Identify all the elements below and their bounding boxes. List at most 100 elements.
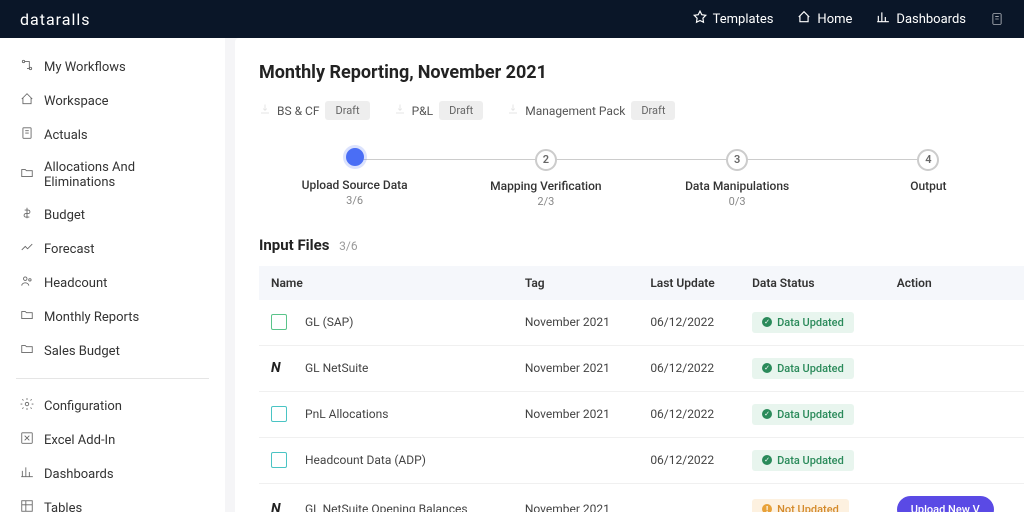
sidebar-item-monthly-reports[interactable]: Monthly Reports [0,300,225,334]
step-label: Output [833,179,1024,193]
file-name: PnL Allocations [305,407,388,421]
sidebar-item-label: Workspace [44,94,109,109]
sidebar-item-workspace[interactable]: Workspace [0,84,225,118]
cell-tag: November 2021 [513,300,639,346]
status-dot-icon [762,409,772,419]
cell-tag: November 2021 [513,345,639,391]
house-icon [20,92,34,110]
status-pill: Data Updated [752,450,854,471]
people-icon [20,274,34,292]
stepper: Upload Source Data3/62Mapping Verificati… [259,148,1024,208]
flow-icon [20,58,34,76]
breadcrumb-management-pack[interactable]: Management PackDraft [507,101,675,120]
topnav-dashboards[interactable]: Dashboards [876,10,966,28]
topnav-home[interactable]: Home [797,10,852,28]
step-label: Data Manipulations [642,179,833,193]
sidebar-item-label: Configuration [44,399,122,414]
col-last-update: Last Update [638,266,740,300]
table-row: PnL Allocations November 202106/12/2022 Da… [259,391,1024,437]
status-badge: Draft [439,101,483,120]
star-icon [693,10,707,28]
breadcrumb-p-l[interactable]: P&LDraft [394,101,484,120]
folder-icon [20,308,34,326]
status-badge: Draft [325,101,369,120]
col-action: Action [885,266,1024,300]
sidebar-item-allocations-and-eliminations[interactable]: Allocations And Eliminations [0,152,225,198]
breadcrumb-bs-cf[interactable]: BS & CFDraft [259,101,370,120]
col-name: Name [259,266,513,300]
step-count: 0/3 [642,195,833,208]
file-icon [271,314,287,330]
step-4[interactable]: 4Output [833,148,1024,193]
table-row: N GL NetSuite November 202106/12/2022 Data … [259,345,1024,391]
status-badge: Draft [631,101,675,120]
topnav-templates[interactable]: Templates [693,10,774,28]
status-dot-icon [762,317,772,327]
sidebar-item-actuals[interactable]: Actuals [0,118,225,152]
chart-icon [876,10,890,28]
cell-updated [638,483,740,512]
trend-icon [20,240,34,258]
sidebar-item-headcount[interactable]: Headcount [0,266,225,300]
status-pill: Data Updated [752,312,854,333]
cell-tag [513,437,639,483]
sidebar-item-label: Dashboards [44,467,114,482]
breadcrumb: BS & CFDraft P&LDraft Management PackDraft [259,101,1024,120]
topnav-doc-icon[interactable] [990,12,1004,26]
cell-tag: November 2021 [513,391,639,437]
netsuite-icon: N [271,501,287,512]
dollar-icon [20,206,34,224]
file-name: GL NetSuite [305,361,368,375]
sidebar-item-label: Budget [44,208,85,223]
page-title: Monthly Reporting, November 2021 [259,62,1024,83]
table-icon [20,499,34,512]
step-count: 2/3 [450,195,641,208]
sidebar-item-label: Monthly Reports [44,310,139,325]
gear-icon [20,397,34,415]
table-row: GL (SAP)November 202106/12/2022Data Upda… [259,300,1024,346]
status-pill: Data Updated [752,404,854,425]
netsuite-icon: N [271,360,287,376]
sidebar-item-tables[interactable]: Tables [0,491,225,512]
download-icon [394,103,406,118]
cell-updated: 06/12/2022 [638,345,740,391]
sidebar-item-label: Excel Add-In [44,433,115,448]
upload-button[interactable]: Upload New V [897,496,994,512]
sidebar-item-label: Tables [44,501,82,512]
sidebar-item-budget[interactable]: Budget [0,198,225,232]
col-data-status: Data Status [740,266,885,300]
brand-logo: dataralls [20,10,91,29]
excel-icon [20,431,34,449]
step-3[interactable]: 3Data Manipulations0/3 [642,148,833,208]
sidebar-item-sales-budget[interactable]: Sales Budget [0,334,225,368]
sidebar-item-my-workflows[interactable]: My Workflows [0,50,225,84]
step-count: 3/6 [259,194,450,207]
file-name: Headcount Data (ADP) [305,453,426,467]
cell-updated: 06/12/2022 [638,437,740,483]
status-pill: Data Updated [752,358,854,379]
sidebar-item-excel-add-in[interactable]: Excel Add-In [0,423,225,457]
status-pill: Not Updated [752,499,849,512]
step-circle: 2 [535,149,557,171]
table-row: NGL NetSuite Opening BalancesNovember 20… [259,483,1024,512]
step-2[interactable]: 2Mapping Verification2/3 [450,148,641,208]
input-files-table: NameTagLast UpdateData StatusAction GL (… [259,266,1024,512]
cell-updated: 06/12/2022 [638,391,740,437]
sidebar-item-configuration[interactable]: Configuration [0,389,225,423]
input-files-title: Input Files 3/6 [259,236,1024,254]
folder-icon [20,166,34,184]
status-dot-icon [762,363,772,373]
file-icon [271,452,287,468]
table-row: Headcount Data (ADP) 06/12/2022 Data Updat… [259,437,1024,483]
cell-tag: November 2021 [513,483,639,512]
doc-icon [20,126,34,144]
sidebar-item-forecast[interactable]: Forecast [0,232,225,266]
top-nav: Templates Home Dashboards [693,10,1004,28]
file-name: GL (SAP) [305,315,353,329]
step-1[interactable]: Upload Source Data3/6 [259,148,450,207]
folder-icon [20,342,34,360]
step-circle [346,148,364,166]
status-dot-icon [762,455,772,465]
sidebar-item-dashboards[interactable]: Dashboards [0,457,225,491]
sidebar-item-label: Actuals [44,128,88,143]
